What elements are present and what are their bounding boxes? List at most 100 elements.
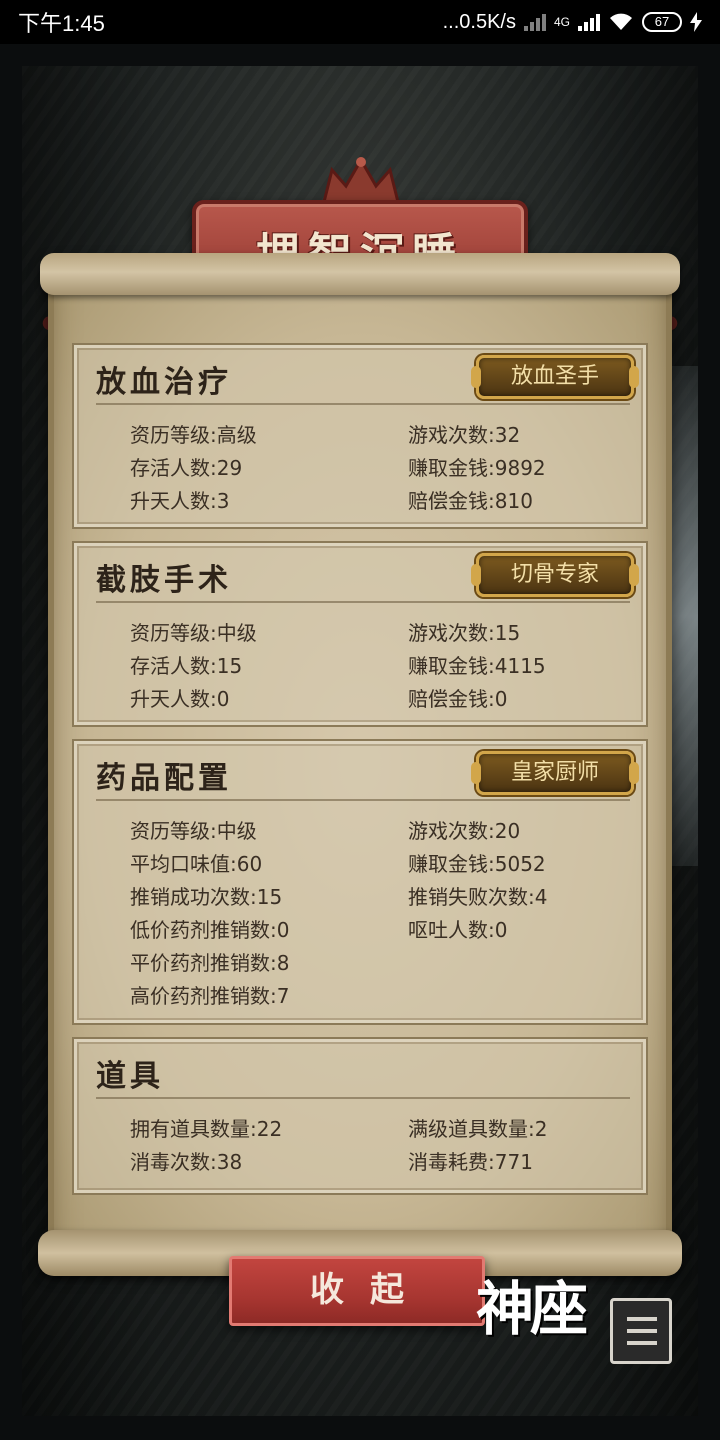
- net-speed: ...0.5K/s: [442, 10, 516, 33]
- stat-item: 游戏次数:15: [408, 617, 520, 646]
- stat-item: 消毒耗费:771: [408, 1146, 533, 1175]
- stat-label: 平均口味值:: [130, 852, 237, 876]
- section-title: 截肢手术: [96, 563, 232, 598]
- stat-value: 2: [534, 1117, 548, 1141]
- stat-value: 3: [216, 489, 230, 513]
- stat-item: 存活人数:15: [130, 650, 242, 679]
- stat-value: 0: [494, 918, 508, 942]
- stat-label: 推销成功次数:: [130, 885, 257, 909]
- status-bar: 下午1:45 ...0.5K/s 4G 67: [0, 0, 720, 44]
- stat-value: 8: [276, 951, 290, 975]
- stat-label: 消毒次数:: [130, 1150, 217, 1174]
- section-divider: [96, 601, 630, 603]
- stat-item: 赔偿金钱:0: [408, 683, 507, 712]
- stat-label: 拥有道具数量:: [130, 1117, 257, 1141]
- menu-icon[interactable]: [610, 1298, 672, 1364]
- stat-value: 中级: [216, 621, 257, 645]
- stat-label: 游戏次数:: [408, 423, 495, 447]
- stat-label: 赚取金钱:: [408, 456, 495, 480]
- status-icons: ...0.5K/s 4G 67: [443, 11, 702, 34]
- stat-label: 游戏次数:: [408, 819, 495, 843]
- charging-icon: [690, 12, 702, 32]
- stat-item: 消毒次数:38: [130, 1146, 242, 1175]
- signal-icon: [523, 13, 546, 31]
- stat-item: 赚取金钱:5052: [408, 848, 546, 877]
- stat-label: 呕吐人数:: [408, 918, 495, 942]
- section-divider: [96, 1097, 630, 1099]
- stat-item: 升天人数:3: [130, 485, 229, 514]
- stat-item: 高价药剂推销数:7: [130, 980, 289, 1009]
- stat-item: 平均口味值:60: [130, 848, 262, 877]
- stat-item: 满级道具数量:2: [408, 1113, 547, 1142]
- status-time: 下午1:45: [18, 11, 105, 36]
- stat-label: 存活人数:: [130, 654, 217, 678]
- stat-label: 高价药剂推销数:: [130, 984, 277, 1008]
- stat-item: 呕吐人数:0: [408, 914, 507, 943]
- stat-value: 0: [276, 918, 290, 942]
- stat-item: 游戏次数:32: [408, 419, 520, 448]
- collapse-button[interactable]: 收起: [229, 1256, 485, 1326]
- stat-label: 升天人数:: [130, 687, 217, 711]
- stat-label: 满级道具数量:: [408, 1117, 535, 1141]
- stat-value: 771: [494, 1150, 533, 1174]
- menu-line: [627, 1317, 657, 1321]
- stat-item: 资历等级:高级: [130, 419, 257, 448]
- stat-value: 29: [216, 456, 243, 480]
- stat-label: 赚取金钱:: [408, 852, 495, 876]
- stat-item: 赔偿金钱:810: [408, 485, 533, 514]
- stat-label: 低价药剂推销数:: [130, 918, 277, 942]
- wifi-icon: [610, 13, 632, 30]
- stat-item: 拥有道具数量:22: [130, 1113, 282, 1142]
- network-type: 4G: [553, 15, 570, 29]
- stat-label: 赔偿金钱:: [408, 489, 495, 513]
- stat-value: 5052: [494, 852, 546, 876]
- stat-item: 资历等级:中级: [130, 815, 257, 844]
- stat-value: 高级: [216, 423, 257, 447]
- stat-label: 资历等级:: [130, 423, 217, 447]
- stat-value: 22: [256, 1117, 283, 1141]
- battery-icon: 67: [642, 12, 682, 32]
- stat-item: 游戏次数:20: [408, 815, 520, 844]
- stats-scroll: 放血治疗 放血圣手 资历等级:高级 游戏次数:32 存活人数:29 赚取金钱:9…: [38, 253, 682, 1276]
- scroll-roll-top: [40, 253, 680, 295]
- section-medicine: 药品配置 皇家厨师 资历等级:中级 游戏次数:20 平均口味值:60 赚取金钱:…: [72, 739, 648, 1025]
- stat-item: 平价药剂推销数:8: [130, 947, 289, 976]
- signal-icon-sim1: [578, 13, 600, 31]
- section-title: 放血治疗: [96, 365, 232, 400]
- stat-item: 低价药剂推销数:0: [130, 914, 289, 943]
- stat-value: 0: [494, 687, 508, 711]
- stat-label: 存活人数:: [130, 456, 217, 480]
- stat-item: 推销失败次数:4: [408, 881, 547, 910]
- stat-label: 赔偿金钱:: [408, 687, 495, 711]
- stat-value: 4115: [494, 654, 546, 678]
- achievement-badge: 放血圣手: [471, 355, 639, 399]
- stat-label: 平价药剂推销数:: [130, 951, 277, 975]
- game-viewport: 埋智沉睡 放血治疗 放血圣手 资历等级:高级 游戏次数:32 存活人数:29 赚…: [22, 66, 698, 1416]
- stat-label: 资历等级:: [130, 621, 217, 645]
- achievement-badge: 皇家厨师: [471, 751, 639, 795]
- stat-value: 32: [494, 423, 521, 447]
- stat-value: 38: [216, 1150, 243, 1174]
- menu-line: [627, 1329, 657, 1333]
- stat-item: 资历等级:中级: [130, 617, 257, 646]
- stat-label: 游戏次数:: [408, 621, 495, 645]
- section-title: 道具: [96, 1059, 164, 1094]
- stat-value: 中级: [216, 819, 257, 843]
- stat-label: 升天人数:: [130, 489, 217, 513]
- stat-label: 推销失败次数:: [408, 885, 535, 909]
- section-title: 药品配置: [96, 761, 232, 796]
- section-items: 道具 拥有道具数量:22 满级道具数量:2 消毒次数:38 消毒耗费:771: [72, 1037, 648, 1195]
- stat-value: 60: [236, 852, 263, 876]
- stat-value: 20: [494, 819, 521, 843]
- section-divider: [96, 403, 630, 405]
- stat-value: 810: [494, 489, 533, 513]
- stat-label: 资历等级:: [130, 819, 217, 843]
- stat-value: 7: [276, 984, 290, 1008]
- stat-value: 15: [256, 885, 283, 909]
- menu-line: [627, 1341, 657, 1345]
- stat-item: 赚取金钱:4115: [408, 650, 546, 679]
- stat-value: 15: [494, 621, 521, 645]
- stat-label: 消毒耗费:: [408, 1150, 495, 1174]
- section-amputation: 截肢手术 切骨专家 资历等级:中级 游戏次数:15 存活人数:15 赚取金钱:4…: [72, 541, 648, 727]
- stat-value: 4: [534, 885, 548, 909]
